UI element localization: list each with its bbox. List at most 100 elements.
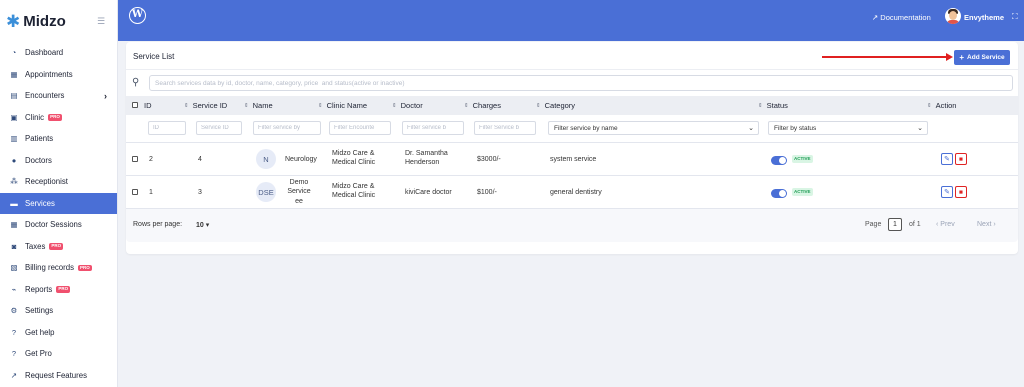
filter-service-id-input[interactable] [196, 121, 242, 135]
sidebar-item-services[interactable]: ▬ Services [0, 192, 117, 214]
edit-button[interactable]: ✎ [941, 153, 953, 165]
next-page-button[interactable]: Next › [977, 221, 996, 228]
header-label: Name [252, 101, 273, 110]
clinic-line: Medical Clinic [332, 159, 376, 167]
cell-id: 2 [149, 156, 153, 163]
select-all-checkbox[interactable] [132, 102, 138, 108]
sidebar-item-label: Settings [25, 306, 54, 316]
patients-icon: ▥ [10, 134, 18, 144]
sidebar-item-get-help[interactable]: ? Get help [0, 322, 117, 344]
column-header-service-id[interactable]: ⇕ Service ID [184, 101, 227, 110]
delete-button[interactable]: ■ [955, 186, 967, 198]
header-label: Action [935, 101, 957, 110]
page-label: Page [865, 221, 882, 228]
calendar-icon: ▦ [10, 69, 18, 79]
annotation-arrow-head [946, 53, 953, 61]
edit-button[interactable]: ✎ [941, 186, 953, 198]
cell-clinic: Midzo Care & Medical Clinic [332, 149, 375, 168]
sort-icon: ⇕ [392, 102, 397, 109]
cell-id: 1 [149, 189, 153, 196]
sidebar-item-taxes[interactable]: ◙ Taxes PRO [0, 236, 117, 258]
add-service-button[interactable]: + Add Service [954, 50, 1010, 65]
user-name[interactable]: Envytheme [964, 13, 1004, 22]
sidebar-item-doctor-sessions[interactable]: ▦ Doctor Sessions [0, 214, 117, 236]
chevron-down-icon: ⌄ [748, 125, 754, 132]
delete-button[interactable]: ■ [955, 153, 967, 165]
medical-cross-logo-icon: ✱ [6, 11, 21, 31]
brand[interactable]: ✱ Midzo ☰ [0, 0, 117, 42]
column-header-clinic-name[interactable]: ⇕ Clinic Name [318, 101, 367, 110]
sidebar-item-encounters[interactable]: ▤ Encounters › [0, 85, 117, 107]
sidebar-item-label: Clinic [25, 112, 45, 122]
dashboard-icon: ◔ [11, 48, 17, 58]
sidebar-item-request-features[interactable]: ↗ Request Features [0, 365, 117, 387]
sidebar-item-clinic[interactable]: ▣ Clinic PRO [0, 107, 117, 129]
status-toggle[interactable] [771, 156, 787, 165]
service-list-card: Service List +Add Service ⚲ ID ⇕Service … [126, 42, 1018, 254]
sidebar-item-receptionist[interactable]: ⁂ Receptionist [0, 171, 117, 193]
column-header-action[interactable]: ⇕ Action [927, 101, 956, 110]
sidebar-item-label: Taxes [25, 241, 46, 251]
sidebar-item-patients[interactable]: ▥ Patients [0, 128, 117, 150]
filter-clinic-input[interactable] [329, 121, 391, 135]
cell-service-id: 3 [198, 189, 202, 196]
sidebar-item-label: Services [25, 198, 55, 208]
rows-per-page-select[interactable]: 10 ▾ [196, 221, 209, 229]
header-label: Charges [472, 101, 501, 110]
page-number-input[interactable]: 1 [888, 218, 902, 231]
row-checkbox[interactable] [132, 189, 138, 195]
filter-doctor-input[interactable] [402, 121, 464, 135]
sidebar-item-get-pro[interactable]: ? Get Pro [0, 343, 117, 365]
header-label: Status [766, 101, 788, 110]
billing-icon: ▧ [10, 263, 18, 273]
filter-charges-input[interactable] [474, 121, 536, 135]
column-header-doctor[interactable]: ⇕ Doctor [392, 101, 423, 110]
filter-id-input[interactable] [148, 121, 186, 135]
sidebar-item-label: Request Features [25, 370, 87, 380]
header-label: Clinic Name [326, 101, 368, 110]
fullscreen-icon[interactable]: ⛶ [1012, 12, 1018, 22]
sidebar-item-reports[interactable]: ⌁ Reports PRO [0, 279, 117, 301]
doctor-icon: ● [11, 155, 17, 165]
pencil-icon: ✎ [944, 189, 950, 196]
filter-status-select[interactable]: Filter by status ⌄ [768, 121, 928, 135]
cell-doctor: kiviCare doctor [405, 189, 452, 196]
column-header-name[interactable]: ⇕ Name [244, 101, 273, 110]
filter-name-input[interactable] [253, 121, 321, 135]
sidebar-item-label: Reports [25, 284, 53, 294]
sidebar-item-dashboard[interactable]: ◔ Dashboard [0, 42, 117, 64]
user-avatar[interactable] [945, 8, 961, 24]
search-icon: ⚲ [132, 77, 140, 88]
sidebar-item-settings[interactable]: ⚙ Settings [0, 300, 117, 322]
filter-category-value: Filter service by name [554, 124, 618, 132]
page-of-label: of 1 [909, 221, 921, 228]
status-toggle[interactable] [771, 189, 787, 198]
cell-name: Neurology [285, 156, 317, 163]
column-header-charges[interactable]: ⇕ Charges [464, 101, 501, 110]
sort-icon: ⇕ [758, 102, 763, 109]
services-icon: ▬ [10, 198, 18, 208]
prev-page-button[interactable]: ‹ Prev [936, 221, 955, 228]
users-icon: ⁂ [10, 177, 18, 187]
status-badge: ACTIVE [792, 188, 813, 196]
documentation-link[interactable]: ↗ Documentation [872, 13, 931, 22]
pro-badge: PRO [56, 286, 71, 293]
sidebar-item-doctors[interactable]: ● Doctors [0, 150, 117, 172]
column-header-status[interactable]: ⇕ Status [758, 101, 788, 110]
table-header: ID ⇕ Service ID ⇕ Name ⇕ Clinic Name ⇕ Docto… [126, 96, 1018, 115]
sidebar-item-label: Get Pro [25, 349, 52, 359]
sidebar: ✱ Midzo ☰ ◔ Dashboard ▦ Appointments ▤ Enco… [0, 0, 118, 387]
sidebar-item-appointments[interactable]: ▦ Appointments [0, 64, 117, 86]
row-checkbox[interactable] [132, 156, 138, 162]
add-service-label: Add Service [967, 54, 1005, 61]
wordpress-logo-icon[interactable]: W [129, 7, 146, 24]
column-header-id[interactable]: ID [144, 101, 152, 110]
external-link-icon: ↗ [872, 13, 879, 22]
help-icon: ? [11, 327, 17, 337]
search-input[interactable] [149, 75, 1013, 91]
services-table: ID ⇕ Service ID ⇕ Name ⇕ Clinic Name ⇕ Docto… [126, 96, 1018, 242]
menu-toggle-icon[interactable]: ☰ [97, 16, 105, 27]
filter-category-select[interactable]: Filter service by name ⌄ [548, 121, 759, 135]
column-header-category[interactable]: ⇕ Category [536, 101, 575, 110]
sidebar-item-billing-records[interactable]: ▧ Billing records PRO [0, 257, 117, 279]
